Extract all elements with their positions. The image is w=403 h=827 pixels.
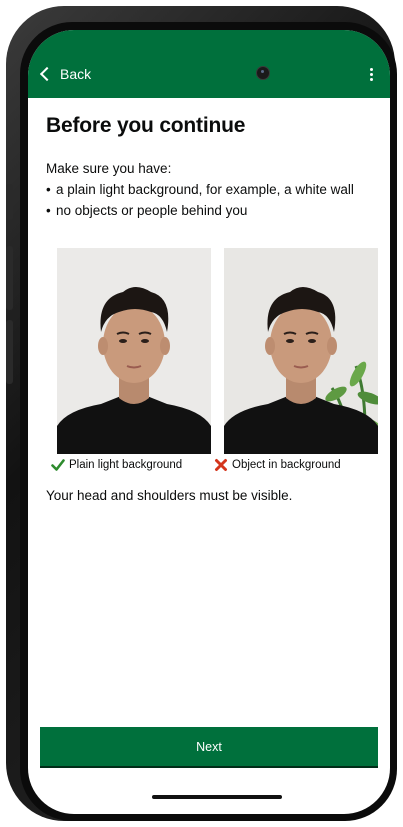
check-icon bbox=[51, 459, 65, 471]
phone-frame: Back Before you continue Make sure you h… bbox=[6, 6, 397, 821]
example-photo-bad bbox=[224, 248, 378, 454]
visibility-note: Your head and shoulders must be visible. bbox=[46, 488, 293, 503]
side-button bbox=[6, 184, 13, 220]
app-header: Back bbox=[28, 30, 390, 98]
caption-label: Object in background bbox=[232, 459, 341, 471]
cross-icon bbox=[215, 459, 227, 471]
back-button[interactable]: Back bbox=[39, 64, 92, 84]
requirements-list: a plain light background, for example, a… bbox=[46, 182, 386, 224]
app-screen: Back Before you continue Make sure you h… bbox=[28, 30, 390, 814]
list-item: no objects or people behind you bbox=[46, 203, 386, 219]
next-button[interactable]: Next bbox=[40, 727, 378, 766]
volume-down-button bbox=[6, 320, 13, 384]
page-title: Before you continue bbox=[46, 114, 246, 137]
intro-text: Make sure you have: bbox=[46, 161, 172, 176]
person-photo-plain-background bbox=[57, 248, 211, 454]
example-photo-good bbox=[57, 248, 211, 454]
more-vertical-icon bbox=[369, 67, 373, 71]
caption-object-background: Object in background bbox=[214, 458, 341, 472]
front-camera bbox=[256, 66, 270, 80]
back-label: Back bbox=[60, 66, 92, 82]
home-indicator[interactable] bbox=[152, 795, 282, 799]
caption-label: Plain light background bbox=[69, 459, 183, 471]
caption-plain-background: Plain light background bbox=[51, 458, 182, 472]
chevron-left-icon bbox=[39, 66, 55, 82]
person-photo-object-background bbox=[224, 248, 378, 454]
volume-up-button bbox=[6, 246, 13, 310]
list-item: a plain light background, for example, a… bbox=[46, 182, 386, 198]
more-options-button[interactable] bbox=[366, 64, 376, 84]
